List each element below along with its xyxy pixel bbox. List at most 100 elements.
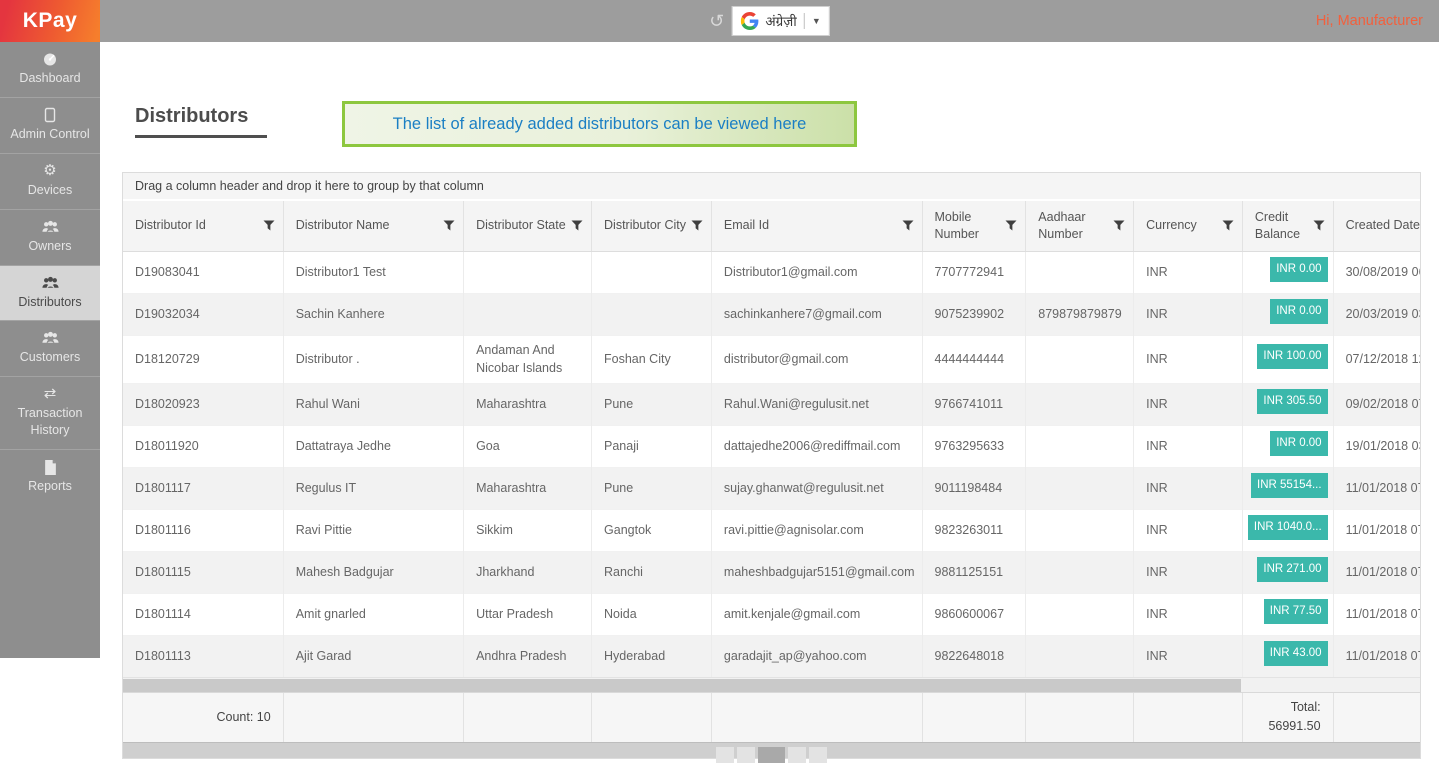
transfer-arrows-icon: ⇄: [4, 385, 96, 403]
horizontal-scrollbar-thumb[interactable]: [123, 679, 1241, 692]
users-group-icon: [4, 218, 96, 236]
grid-cell: D1801113: [123, 636, 283, 678]
grid-cell: INR: [1134, 426, 1243, 468]
sidebar-item-transaction-history[interactable]: ⇄Transaction History: [0, 376, 100, 449]
sidebar-item-devices[interactable]: ⚙Devices: [0, 153, 100, 209]
user-greeting[interactable]: Hi, Manufacturer: [1316, 0, 1423, 42]
grid-cell: INR 43.00: [1242, 636, 1333, 678]
column-header-distributor-name[interactable]: Distributor Name: [283, 201, 463, 251]
grid-cell: INR: [1134, 384, 1243, 426]
column-header-aadhaar-number[interactable]: Aadhaar Number: [1026, 201, 1134, 251]
column-header-mobile-number[interactable]: Mobile Number: [922, 201, 1026, 251]
filter-funnel-icon[interactable]: [263, 220, 275, 231]
column-header-credit-balance[interactable]: Credit Balance: [1242, 201, 1333, 251]
main-area: ↺ अंग्रेज़ी ▼ Hi, Manufacturer Distribut…: [100, 0, 1439, 658]
table-row[interactable]: D1801116Ravi PittieSikkimGangtokravi.pit…: [123, 510, 1420, 552]
sidebar-item-label: Dashboard: [19, 71, 80, 85]
filter-funnel-icon[interactable]: [571, 220, 583, 231]
reload-icon[interactable]: ↺: [709, 11, 724, 32]
table-row[interactable]: D19083041Distributor1 TestDistributor1@g…: [123, 251, 1420, 293]
grid-cell: 07/12/2018 12:: [1333, 335, 1420, 384]
footer-cell: [1333, 693, 1420, 742]
grid-cell: [1026, 335, 1134, 384]
footer-viewport: Count: 10Total:56991.50: [123, 692, 1420, 742]
grid-cell: Hyderabad: [592, 636, 712, 678]
grid-cell: 4444444444: [922, 335, 1026, 384]
column-header-distributor-state[interactable]: Distributor State: [464, 201, 592, 251]
table-row[interactable]: D1801117Regulus ITMaharashtraPunesujay.g…: [123, 468, 1420, 510]
pager-button[interactable]: [737, 747, 755, 763]
sidebar-item-distributors[interactable]: Distributors: [0, 265, 100, 321]
grid-cell: 11/01/2018 07:: [1333, 552, 1420, 594]
column-header-currency[interactable]: Currency: [1134, 201, 1243, 251]
grid-cell: INR 0.00: [1242, 426, 1333, 468]
grid-cell: 11/01/2018 07:: [1333, 468, 1420, 510]
total-cell: Total:56991.50: [1242, 693, 1333, 742]
filter-funnel-icon[interactable]: [1005, 220, 1017, 231]
grid-cell: Rahul.Wani@regulusit.net: [711, 384, 922, 426]
pager-button[interactable]: [788, 747, 806, 763]
grid-cell: Distributor .: [283, 335, 463, 384]
pager-button-current[interactable]: [758, 747, 785, 763]
filter-funnel-icon[interactable]: [443, 220, 455, 231]
tablet-icon: [4, 106, 96, 124]
column-header-label: Distributor State: [476, 217, 566, 234]
grid-cell: INR 305.50: [1242, 384, 1333, 426]
grid-cell: 19/01/2018 03:: [1333, 426, 1420, 468]
table-row[interactable]: D18120729Distributor .Andaman And Nicoba…: [123, 335, 1420, 384]
table-row[interactable]: D18011920Dattatraya JedheGoaPanajidattaj…: [123, 426, 1420, 468]
gauge-icon: [4, 50, 96, 68]
language-selector[interactable]: अंग्रेज़ी ▼: [731, 6, 829, 36]
sidebar-item-dashboard[interactable]: Dashboard: [0, 42, 100, 97]
column-header-label: Created Date: [1346, 217, 1420, 234]
column-header-label: Distributor Name: [296, 217, 390, 234]
sidebar-item-admin-control[interactable]: Admin Control: [0, 97, 100, 153]
filter-funnel-icon[interactable]: [691, 220, 703, 231]
column-header-email-id[interactable]: Email Id: [711, 201, 922, 251]
grid-cell: Ranchi: [592, 552, 712, 594]
grid-cell: 9075239902: [922, 293, 1026, 335]
grid-cell: ravi.pittie@agnisolar.com: [711, 510, 922, 552]
grid-cell: [1026, 426, 1134, 468]
column-header-distributor-city[interactable]: Distributor City: [592, 201, 712, 251]
credit-balance-badge: INR 43.00: [1264, 641, 1328, 666]
grid-cell: INR 0.00: [1242, 293, 1333, 335]
content: Distributors The list of already added d…: [100, 42, 1439, 658]
filter-funnel-icon[interactable]: [1313, 220, 1325, 231]
grid-cell: Andaman And Nicobar Islands: [464, 335, 592, 384]
grid-cell: INR: [1134, 251, 1243, 293]
pager-button[interactable]: [809, 747, 827, 763]
horizontal-scrollbar: [123, 677, 1420, 692]
sidebar-item-label: Distributors: [18, 295, 81, 309]
grid-cell: Distributor1 Test: [283, 251, 463, 293]
column-header-label: Currency: [1146, 217, 1197, 234]
filter-funnel-icon[interactable]: [1222, 220, 1234, 231]
filter-funnel-icon[interactable]: [1113, 220, 1125, 231]
grid-footer-table: Count: 10Total:56991.50: [123, 692, 1420, 742]
kpay-logo[interactable]: KPay: [0, 0, 100, 42]
column-header-created-date[interactable]: Created Date: [1333, 201, 1420, 251]
group-drop-zone[interactable]: Drag a column header and drop it here to…: [123, 173, 1420, 201]
grid-cell: garadajit_ap@yahoo.com: [711, 636, 922, 678]
filter-funnel-icon[interactable]: [902, 220, 914, 231]
table-row[interactable]: D1801115Mahesh BadgujarJharkhandRanchima…: [123, 552, 1420, 594]
grid-cell: maheshbadgujar5151@gmail.com: [711, 552, 922, 594]
sidebar-item-customers[interactable]: Customers: [0, 320, 100, 376]
grid-cell: Maharashtra: [464, 384, 592, 426]
table-row[interactable]: D18020923Rahul WaniMaharashtraPuneRahul.…: [123, 384, 1420, 426]
column-header-label: Mobile Number: [935, 209, 1002, 243]
table-row[interactable]: D1801114Amit gnarledUttar PradeshNoidaam…: [123, 594, 1420, 636]
grid-cell: 879879879879: [1026, 293, 1134, 335]
grid-cell: INR: [1134, 468, 1243, 510]
table-row[interactable]: D19032034Sachin Kanheresachinkanhere7@gm…: [123, 293, 1420, 335]
table-row[interactable]: D1801113Ajit GaradAndhra PradeshHyderaba…: [123, 636, 1420, 678]
credit-balance-badge: INR 100.00: [1257, 344, 1327, 369]
grid-cell: INR 55154...: [1242, 468, 1333, 510]
caret-down-icon[interactable]: ▼: [812, 16, 821, 26]
footer-cell: [1026, 693, 1134, 742]
column-header-label: Email Id: [724, 217, 769, 234]
sidebar-item-reports[interactable]: Reports: [0, 449, 100, 505]
pager-button[interactable]: [716, 747, 734, 763]
column-header-distributor-id[interactable]: Distributor Id: [123, 201, 283, 251]
sidebar-item-owners[interactable]: Owners: [0, 209, 100, 265]
